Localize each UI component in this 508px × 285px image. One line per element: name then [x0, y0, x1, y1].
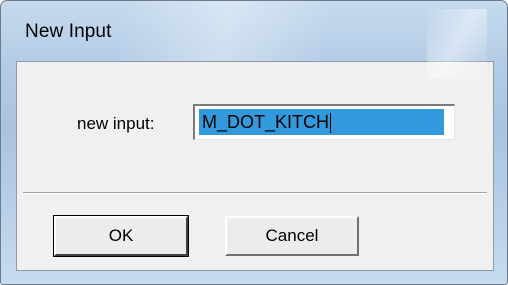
selected-text: M_DOT_KITCH — [199, 109, 444, 135]
text-caret — [330, 113, 332, 134]
window-title: New Input — [25, 21, 112, 42]
ok-button[interactable]: OK — [53, 215, 189, 257]
cancel-button[interactable]: Cancel — [225, 216, 359, 256]
dialog-window: New Input new input: M_DOT_KITCH OK Canc… — [0, 0, 508, 285]
separator-line — [23, 192, 487, 194]
new-input-label: new input: — [77, 114, 155, 133]
input-value: M_DOT_KITCH — [202, 112, 330, 132]
dialog-body: new input: M_DOT_KITCH OK Cancel — [16, 61, 494, 271]
new-input-field[interactable]: M_DOT_KITCH — [193, 104, 455, 140]
